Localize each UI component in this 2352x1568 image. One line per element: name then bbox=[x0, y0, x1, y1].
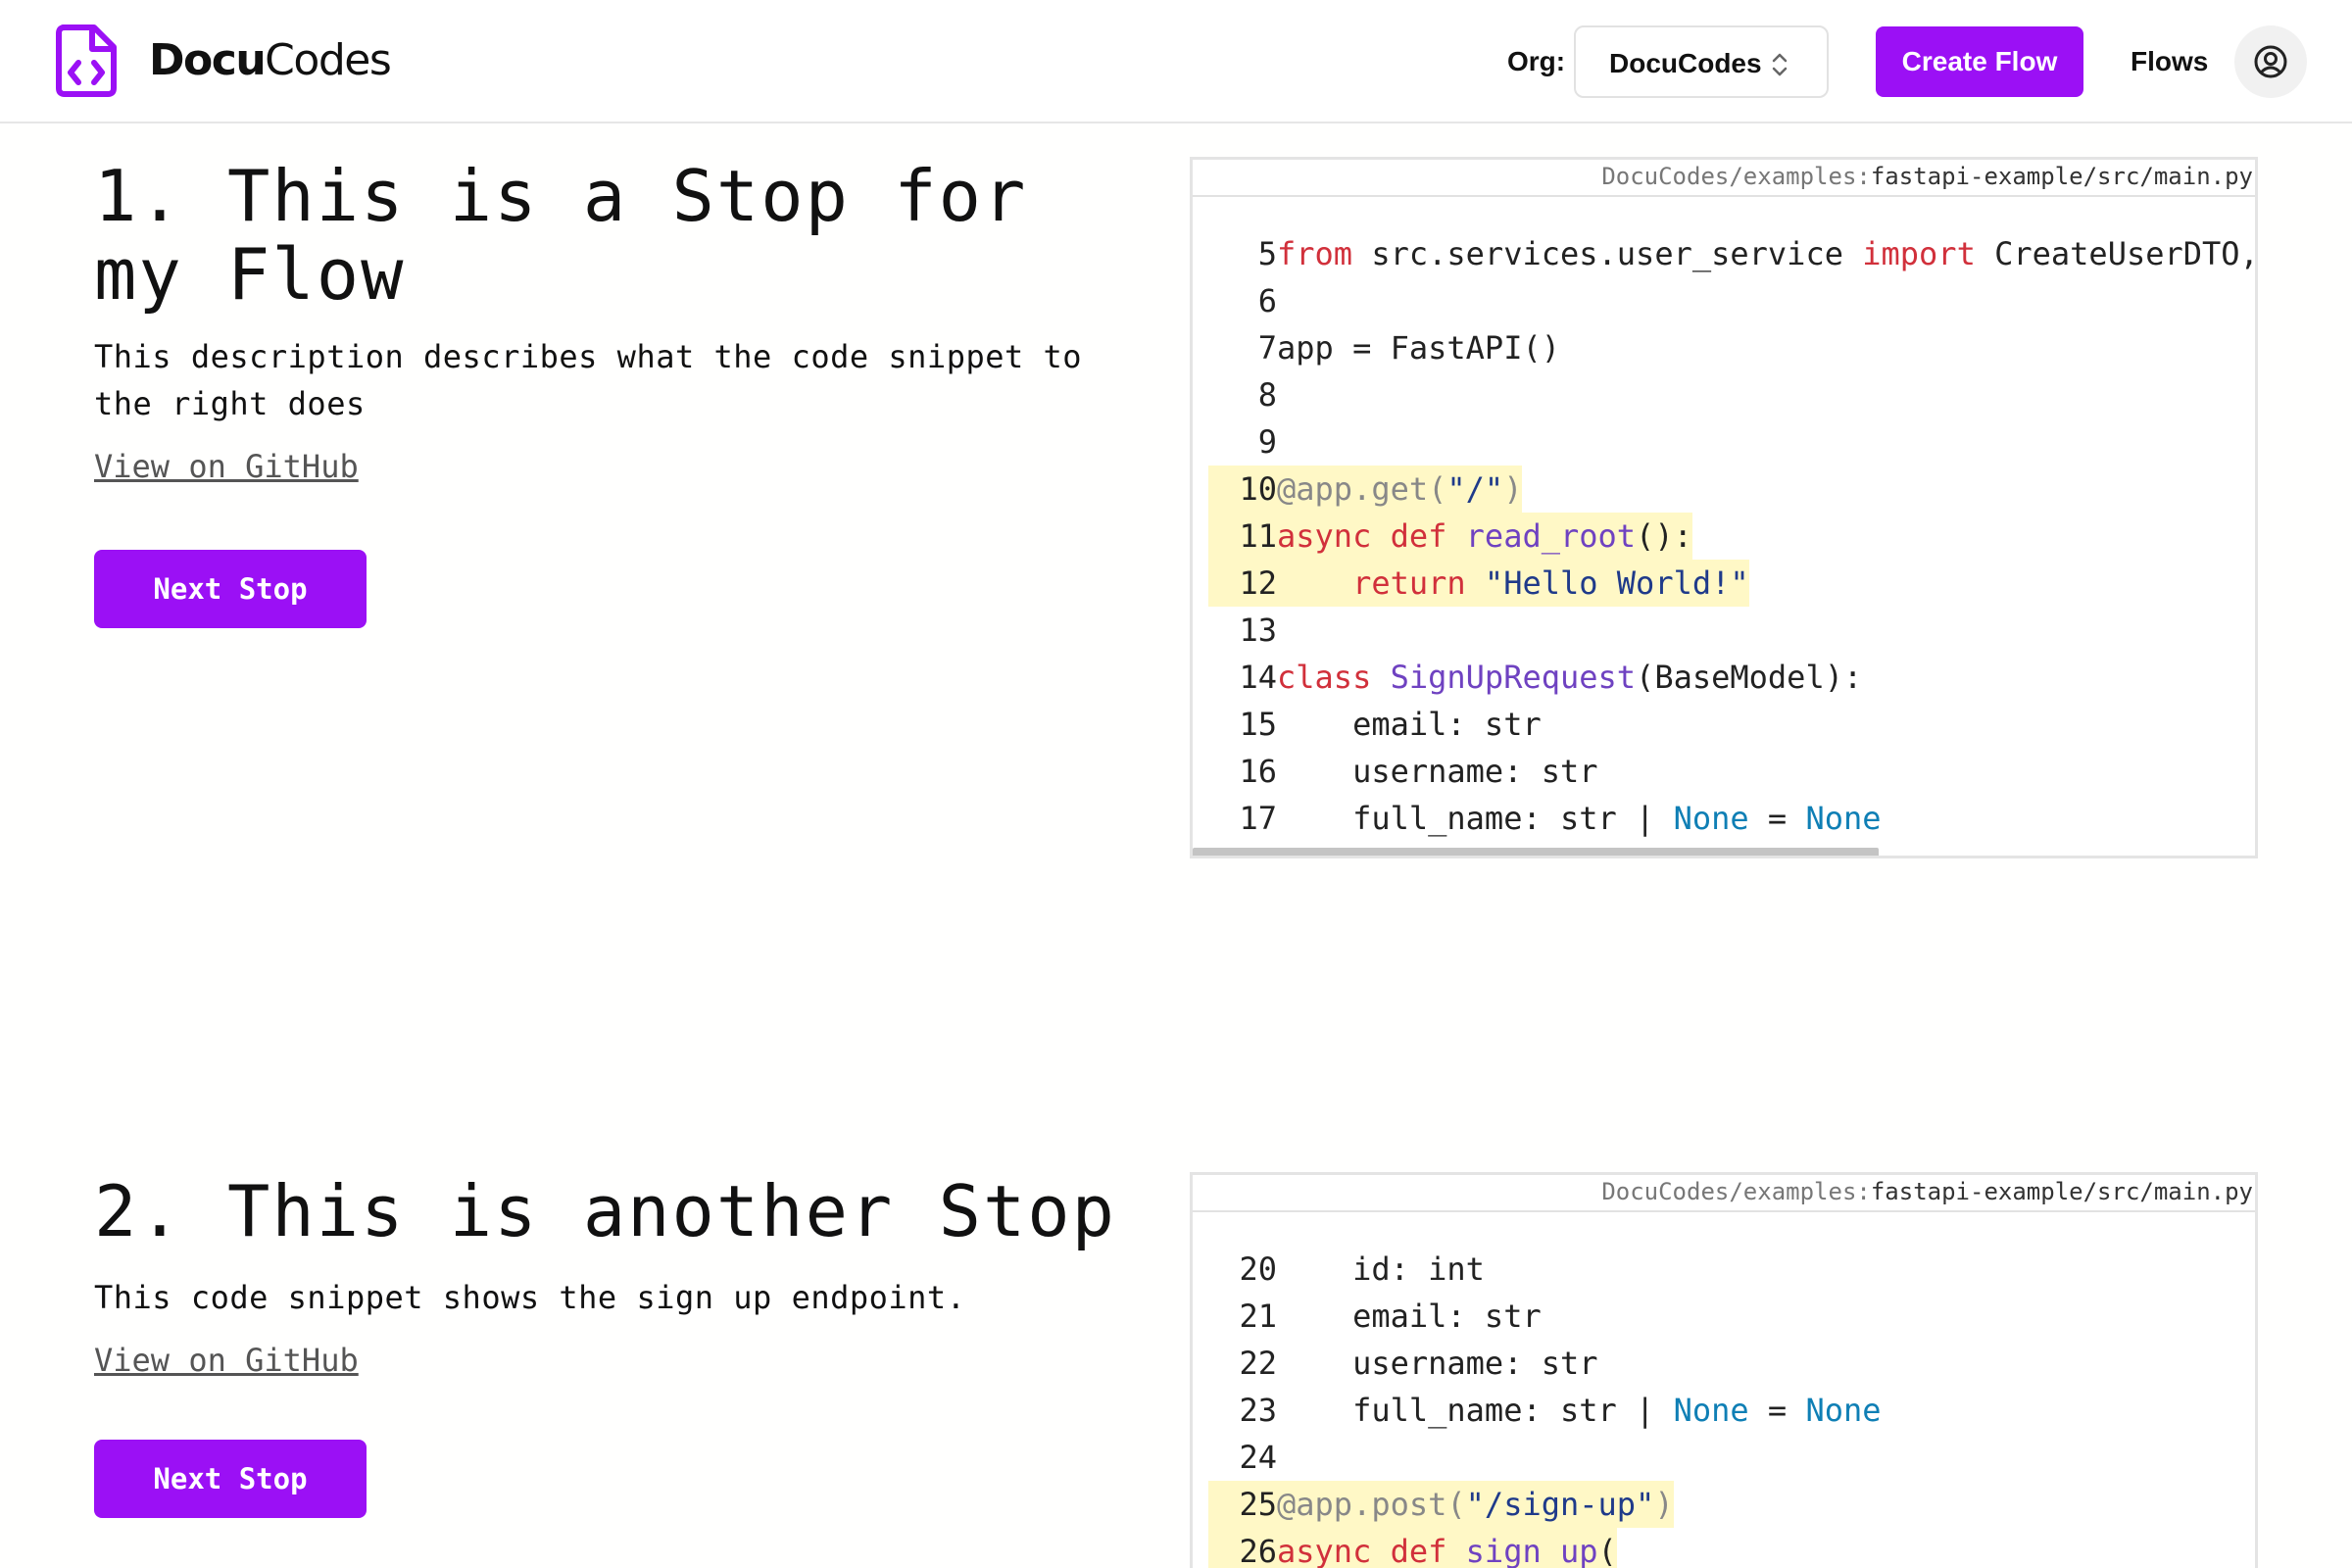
code-line: 20 id: int bbox=[1208, 1246, 2255, 1293]
brand-name-light: Codes bbox=[265, 35, 392, 85]
line-number: 21 bbox=[1239, 1298, 1277, 1335]
stop-1: 1. This is a Stop for my Flow This descr… bbox=[94, 157, 1133, 486]
next-stop-button[interactable]: Next Stop bbox=[94, 550, 367, 628]
line-number: 26 bbox=[1208, 1528, 1277, 1568]
code-path-repo: DocuCodes/examples: bbox=[1601, 163, 1871, 190]
next-stop-button[interactable]: Next Stop bbox=[94, 1440, 367, 1518]
divider bbox=[1193, 1210, 2255, 1212]
line-number: 25 bbox=[1208, 1481, 1277, 1528]
flows-link[interactable]: Flows bbox=[2131, 43, 2208, 80]
line-code: app = FastAPI() bbox=[1277, 329, 1560, 367]
code-line: 25 @app.post("/sign-up") bbox=[1208, 1481, 2255, 1528]
code-path-repo: DocuCodes/examples: bbox=[1601, 1178, 1871, 1205]
code-line: 10 @app.get("/") bbox=[1208, 466, 2255, 513]
code-snippet-panel: DocuCodes/examples:fastapi-example/src/m… bbox=[1190, 157, 2258, 858]
code-line: 23 full_name: str | None = None bbox=[1208, 1387, 2255, 1434]
user-circle-icon bbox=[2254, 45, 2287, 78]
code-line: 13 bbox=[1208, 607, 2255, 654]
top-navbar: DocuCodes Org: DocuCodes Create Flow Flo… bbox=[0, 0, 2352, 123]
line-code: async def sign_up( bbox=[1277, 1528, 1617, 1568]
line-number: 20 bbox=[1239, 1250, 1277, 1288]
line-code: email: str bbox=[1277, 706, 1542, 743]
line-number: 13 bbox=[1239, 612, 1277, 649]
code-line: 26 async def sign_up( bbox=[1208, 1528, 2255, 1568]
code-line: 24 bbox=[1208, 1434, 2255, 1481]
code-lines: 5 from src.services.user_service import C… bbox=[1208, 230, 2255, 842]
line-number: 6 bbox=[1257, 282, 1277, 319]
code-file-path: DocuCodes/examples:fastapi-example/src/m… bbox=[1601, 162, 2253, 191]
code-line: 9 bbox=[1208, 418, 2255, 466]
line-number: 11 bbox=[1208, 513, 1277, 560]
brand-name-bold: Docu bbox=[149, 35, 267, 85]
brand-name[interactable]: DocuCodes bbox=[149, 33, 392, 88]
code-line: 21 email: str bbox=[1208, 1293, 2255, 1340]
line-code: id: int bbox=[1277, 1250, 1485, 1288]
line-number: 15 bbox=[1239, 706, 1277, 743]
line-code: full_name: str | None = None bbox=[1277, 800, 1882, 837]
org-select[interactable]: DocuCodes bbox=[1574, 25, 1829, 98]
user-menu-button[interactable] bbox=[2234, 25, 2307, 98]
line-number: 22 bbox=[1239, 1345, 1277, 1382]
create-flow-button[interactable]: Create Flow bbox=[1876, 26, 2083, 97]
divider bbox=[1193, 195, 2255, 197]
code-line: 15 email: str bbox=[1208, 701, 2255, 748]
line-number: 5 bbox=[1257, 235, 1277, 272]
line-code: return "Hello World!" bbox=[1277, 560, 1749, 607]
org-label: Org: bbox=[1507, 46, 1566, 76]
file-code-icon[interactable] bbox=[55, 24, 118, 98]
code-line: 17 full_name: str | None = None bbox=[1208, 795, 2255, 842]
line-number: 9 bbox=[1257, 423, 1277, 461]
line-number: 23 bbox=[1239, 1392, 1277, 1429]
chevron-up-down-icon bbox=[1772, 53, 1788, 76]
view-on-github-link[interactable]: View on GitHub bbox=[94, 1341, 359, 1380]
line-code: class SignUpRequest(BaseModel): bbox=[1277, 659, 1863, 696]
code-line: 16 username: str bbox=[1208, 748, 2255, 795]
line-code: @app.get("/") bbox=[1277, 466, 1523, 513]
code-lines: 20 id: int 21 email: str 22 username: str 2… bbox=[1208, 1246, 2255, 1568]
line-number: 12 bbox=[1208, 560, 1277, 607]
code-line: 12 return "Hello World!" bbox=[1208, 560, 2255, 607]
org-select-value: DocuCodes bbox=[1609, 48, 1762, 78]
line-code: email: str bbox=[1277, 1298, 1542, 1335]
code-snippet-panel: DocuCodes/examples:fastapi-example/src/m… bbox=[1190, 1172, 2258, 1568]
view-on-github-link[interactable]: View on GitHub bbox=[94, 447, 359, 486]
code-line: 6 bbox=[1208, 277, 2255, 324]
code-path-file: fastapi-example/src/main.py bbox=[1870, 163, 2253, 190]
code-line: 5 from src.services.user_service import C… bbox=[1208, 230, 2255, 277]
code-file-path: DocuCodes/examples:fastapi-example/src/m… bbox=[1601, 1177, 2253, 1206]
line-number: 8 bbox=[1257, 376, 1277, 414]
line-code: from src.services.user_service import Cr… bbox=[1277, 235, 2258, 272]
line-code: full_name: str | None = None bbox=[1277, 1392, 1882, 1429]
line-number: 7 bbox=[1257, 329, 1277, 367]
horizontal-scrollbar[interactable] bbox=[1193, 848, 1879, 856]
code-line: 11 async def read_root(): bbox=[1208, 513, 2255, 560]
line-number: 14 bbox=[1239, 659, 1277, 696]
stop-title: 2. This is another Stop bbox=[94, 1170, 1116, 1252]
line-number: 17 bbox=[1239, 800, 1277, 837]
code-line: 22 username: str bbox=[1208, 1340, 2255, 1387]
line-code: async def read_root(): bbox=[1277, 513, 1692, 560]
line-code: @app.post("/sign-up") bbox=[1277, 1481, 1674, 1528]
line-code: username: str bbox=[1277, 753, 1598, 790]
line-number: 10 bbox=[1208, 466, 1277, 513]
code-line: 14 class SignUpRequest(BaseModel): bbox=[1208, 654, 2255, 701]
stop-description: This code snippet shows the sign up endp… bbox=[94, 1279, 966, 1316]
code-path-file: fastapi-example/src/main.py bbox=[1870, 1178, 2253, 1205]
stop-2: 2. This is another Stop This code snippe… bbox=[94, 1172, 1133, 1380]
stop-description: This description describes what the code… bbox=[94, 338, 1083, 422]
code-line: 8 bbox=[1208, 371, 2255, 418]
stop-title: 1. This is a Stop for my Flow bbox=[94, 155, 1028, 316]
code-line: 7 app = FastAPI() bbox=[1208, 324, 2255, 371]
line-number: 24 bbox=[1239, 1439, 1277, 1476]
line-number: 16 bbox=[1239, 753, 1277, 790]
line-code: username: str bbox=[1277, 1345, 1598, 1382]
